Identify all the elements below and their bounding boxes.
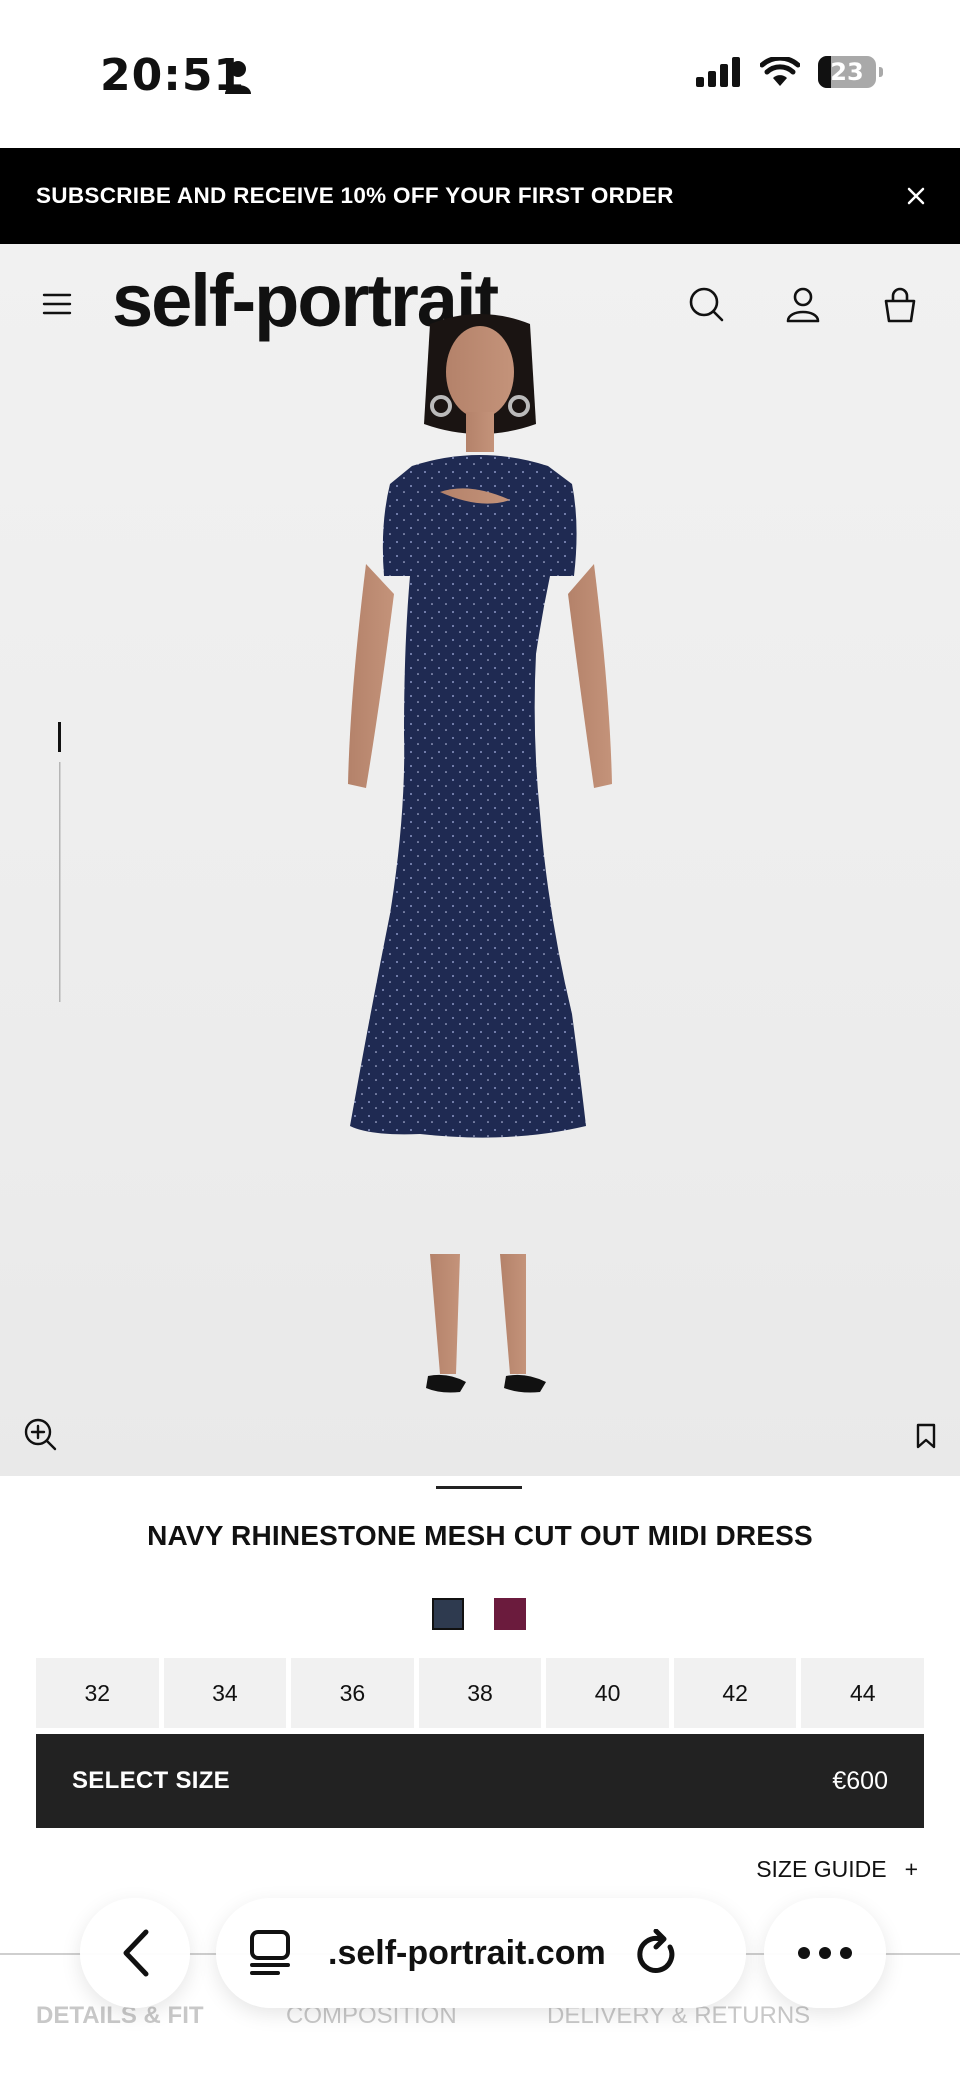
promo-text: SUBSCRIBE AND RECEIVE 10% OFF YOUR FIRST… [36,183,674,208]
size-option[interactable]: 44 [801,1658,925,1728]
color-swatch-burgundy[interactable] [494,1598,526,1630]
promo-banner: SUBSCRIBE AND RECEIVE 10% OFF YOUR FIRST… [0,148,960,244]
battery-icon: 23 [818,56,883,88]
plus-icon: + [904,1856,918,1882]
size-option[interactable]: 40 [546,1658,669,1728]
tabs-icon[interactable] [248,1929,292,1977]
product-title: NAVY RHINESTONE MESH CUT OUT MIDI DRESS [147,1520,813,1551]
chevron-left-icon [123,1929,149,1977]
size-option[interactable]: 38 [418,1658,542,1728]
search-icon[interactable] [686,284,726,324]
select-size-label: SELECT SIZE [72,1767,230,1794]
wifi-icon [760,57,800,86]
more-options-button[interactable] [764,1898,886,2008]
size-guide-label: SIZE GUIDE [756,1856,887,1882]
product-photo [348,314,612,1393]
gallery-progress-indicator [58,722,61,1002]
url-text: .self-portrait.com [328,1933,606,1972]
shopping-bag-icon[interactable] [880,284,920,324]
hamburger-menu-icon[interactable] [42,292,72,316]
close-icon[interactable] [902,182,930,210]
size-option[interactable]: 42 [673,1658,797,1728]
reload-icon[interactable] [636,1929,680,1977]
product-image-gallery[interactable]: self-portrait [0,244,960,1476]
back-button[interactable] [80,1898,190,2008]
account-icon[interactable] [783,284,823,324]
color-swatch-navy[interactable] [432,1598,464,1630]
address-bar[interactable]: .self-portrait.com [216,1898,746,2008]
person-icon [225,61,251,94]
zoom-in-icon[interactable] [22,1416,58,1452]
size-guide-link[interactable]: SIZE GUIDE + [756,1856,918,1883]
signal-icon [696,57,740,87]
status-indicators: 23 [696,56,883,88]
size-option[interactable]: 36 [291,1658,414,1728]
select-size-button[interactable]: SELECT SIZE €600 [36,1734,924,1828]
size-option[interactable]: 32 [36,1658,159,1728]
product-price: €600 [832,1766,888,1795]
bookmark-icon[interactable] [914,1422,938,1450]
size-selector: 32 34 36 38 40 42 44 [36,1658,925,1728]
battery-level: 23 [830,58,864,86]
status-bar: 20:51 23 [0,0,960,148]
size-option[interactable]: 34 [163,1658,287,1728]
drawer-handle[interactable] [436,1486,522,1489]
browser-bar: .self-portrait.com [80,1898,886,2008]
more-dots-icon [798,1947,852,1959]
